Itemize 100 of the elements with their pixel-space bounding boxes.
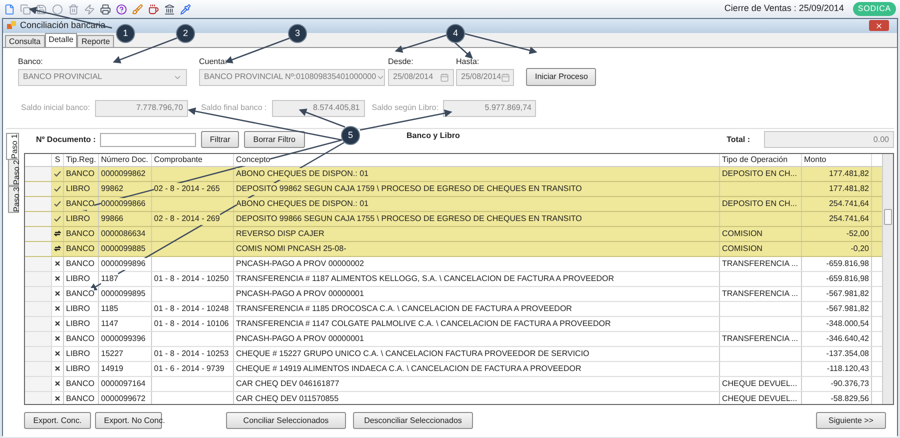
table-cell: TRANSFERENCIA ... xyxy=(720,256,802,270)
table-cell: ABONO CHEQUES DE DISPON.: 01 xyxy=(234,166,720,180)
table-row[interactable]: LIBRO 15227 01 - 8 - 2014 - 10253 CHEQUE # 15227 GRUPO UNICO C.A. \ CANCELACION FACTURA PROVEEDOR DE SERVICIO -137.354,08 xyxy=(25,346,882,362)
table-row[interactable]: LIBRO 1187 01 - 8 - 2014 - 10250 TRANSFERENCIA # 1187 ALIMENTOS KELLOGG, S.A. \ CANCELACION DE FACTURA A PROVEEDOR -659.816,98 xyxy=(25,272,882,286)
account-dropdown[interactable]: BANCO PROVINCIAL Nº:010809835401000000 xyxy=(199,68,385,86)
table-cell: -0,20 xyxy=(802,242,872,256)
field-label: Hasta: xyxy=(456,56,480,68)
table-cell: 01 - 8 - 2014 - 10253 xyxy=(152,346,234,360)
table-cell: 1185 xyxy=(99,302,152,316)
next-button[interactable]: Siguiente >> xyxy=(816,412,886,429)
table-cell: TRANSFERENCIA # 1147 COLGATE PALMOLIVE C.A. \ CANCELACION DE FACTURA A PROVEEDOR xyxy=(234,316,720,330)
trash-icon[interactable] xyxy=(68,4,79,14)
cup-icon[interactable] xyxy=(148,4,159,14)
lightning-icon[interactable] xyxy=(84,4,95,14)
date-picker[interactable]: 25/08/2014 xyxy=(388,68,454,86)
balance-field[interactable]: 5.977.869,74 xyxy=(443,100,536,116)
cross-icon xyxy=(55,351,60,356)
clear-filter-button[interactable]: Borrar Filtro xyxy=(244,131,304,148)
help-icon[interactable] xyxy=(116,4,127,14)
new-file-icon[interactable] xyxy=(4,4,15,14)
check-icon xyxy=(54,200,61,206)
table-cell: 0000099885 xyxy=(99,242,152,256)
bank-icon[interactable] xyxy=(164,4,175,14)
table-cell: 01 - 8 - 2014 - 10250 xyxy=(152,272,234,286)
table-cell: CHEQUE # 15227 GRUPO UNICO C.A. \ CANCELACION FACTURA PROVEEDOR DE SERVICIO xyxy=(234,346,720,360)
table-cell: PNCASH-PAGO A PROV 00000001 xyxy=(234,332,720,346)
document-input[interactable] xyxy=(100,132,196,146)
field-label: Saldo según Libro: xyxy=(372,102,438,114)
table-row[interactable]: LIBRO 14919 01 - 6 - 2014 - 9739 CHEQUE # 14919 ALIMENTOS INDAECA C.A. \ CANCELACION DE FACTURA A PROVEEDOR -118.120,43 xyxy=(25,362,882,376)
unreconcile-button[interactable]: Desconciliar Seleccionados xyxy=(353,412,473,429)
export-button[interactable]: Export. No Conc. xyxy=(95,412,162,429)
table-row[interactable]: BANCO 0000099672 CAR CHEQ DEV 011570855 CHEQUE DEVUEL... -58.829,56 xyxy=(25,392,882,404)
table-cell: REVERSO DISP CAJER xyxy=(234,226,720,240)
table-cell: 0000099862 xyxy=(99,166,152,180)
close-button[interactable] xyxy=(869,20,889,32)
column-header[interactable]: S xyxy=(52,154,64,166)
table-row[interactable]: BANCO 0000097164 CAR CHEQ DEV 046161877 CHEQUE DEVUEL... -90.376,73 xyxy=(25,376,882,392)
column-header[interactable]: Concepto xyxy=(234,154,720,166)
print-icon[interactable] xyxy=(100,4,111,14)
field-label: Saldo inicial banco: xyxy=(21,102,90,114)
table-row[interactable]: BANCO 0000086634 REVERSO DISP CAJER COMISION -52,00 xyxy=(25,226,882,242)
table-row[interactable]: BANCO 0000099396 PNCASH-PAGO A PROV 00000001 TRANSFERENCIA ... -346.640,42 xyxy=(25,332,882,346)
bank-dropdown[interactable]: BANCO PROVINCIAL xyxy=(18,68,187,86)
swap-icon xyxy=(54,245,61,252)
table-cell: 177.481,82 xyxy=(802,166,872,180)
reconcile-button[interactable]: Conciliar Seleccionados xyxy=(226,412,346,429)
column-header[interactable]: Monto xyxy=(802,154,872,166)
step-tab[interactable]: Paso 2 xyxy=(8,159,19,186)
table-row[interactable]: BANCO 0000099895 PNCASH-PAGO A PROV 00000001 TRANSFERENCIA ... -567.981,82 xyxy=(25,286,882,302)
start-process-button[interactable]: Iniciar Proceso xyxy=(526,68,596,86)
table-row[interactable]: LIBRO 99862 02 - 8 - 2014 - 265 DEPOSITO 99862 SEGUN CAJA 1759 \ PROCESO DE EGRESO DE CHEQUES EN TRANSITO 177.481,82 xyxy=(25,182,882,196)
table-cell: LIBRO xyxy=(64,346,99,360)
copy-icon[interactable] xyxy=(20,4,31,14)
cross-icon xyxy=(55,366,60,371)
table-cell: DEPOSITO EN CH... xyxy=(720,166,802,180)
date-picker[interactable]: 25/08/2014 xyxy=(456,68,514,86)
step-tab[interactable]: Paso 1 xyxy=(6,132,19,160)
table-row[interactable]: BANCO 0000099885 COMIS NOMI PNCASH 25-08- COMISION -0,20 xyxy=(25,242,882,256)
table-cell: BANCO xyxy=(64,392,99,404)
export-button[interactable]: Export. Conc. xyxy=(24,412,91,429)
table-cell: CHEQUE # 14919 ALIMENTOS INDAECA C.A. \ CANCELACION DE FACTURA A PROVEEDOR xyxy=(234,362,720,376)
closing-date: Cierre de Ventas : 25/09/2014 xyxy=(724,2,844,16)
table-row[interactable]: BANCO 0000099866 ABONO CHEQUES DE DISPON.: 01 DEPOSITO EN CH... 254.741,64 xyxy=(25,196,882,212)
table-cell: 01 - 8 - 2014 - 10248 xyxy=(152,302,234,316)
brush-icon[interactable] xyxy=(132,4,143,14)
table-cell: COMIS NOMI PNCASH 25-08- xyxy=(234,242,720,256)
callout-arrow xyxy=(112,37,178,64)
column-header[interactable]: Tip.Reg. xyxy=(64,154,99,166)
field-label: Banco: xyxy=(18,56,44,68)
total-field[interactable]: 0.00 xyxy=(764,131,894,148)
pipette-icon[interactable] xyxy=(180,4,191,14)
table-cell: 1187 xyxy=(99,272,152,286)
table-cell: LIBRO xyxy=(64,362,99,376)
tab[interactable]: Consulta xyxy=(5,34,45,46)
table-cell: 01 - 6 - 2014 - 9739 xyxy=(152,362,234,376)
calendar-icon xyxy=(440,72,449,82)
table-row[interactable]: LIBRO 99866 02 - 8 - 2014 - 269 DEPOSITO 99866 SEGUN CAJA 1755 \ PROCESO DE EGRESO DE CHEQUES EN TRANSITO 254.741,64 xyxy=(25,212,882,226)
circle-icon[interactable] xyxy=(52,4,63,14)
tab[interactable]: Detalle xyxy=(44,32,78,46)
table-cell: 0000097164 xyxy=(99,376,152,390)
save-icon[interactable] xyxy=(36,4,47,14)
table-row[interactable]: BANCO 0000099862 ABONO CHEQUES DE DISPON.: 01 DEPOSITO EN CH... 177.481,82 xyxy=(25,166,882,182)
tab[interactable]: Reporte xyxy=(77,34,114,46)
table-row[interactable]: LIBRO 1185 01 - 8 - 2014 - 10248 TRANSFERENCIA # 1185 DROCOSCA C.A. \ CANCELACION DE FACTURA A PROVEEDOR -567.981,82 xyxy=(25,302,882,316)
filter-button[interactable]: Filtrar xyxy=(200,131,240,148)
scrollbar[interactable] xyxy=(882,154,893,404)
cross-icon xyxy=(55,276,60,281)
table-row[interactable]: BANCO 0000099896 PNCASH-PAGO A PROV 00000002 TRANSFERENCIA ... -659.816,98 xyxy=(25,256,882,272)
table-row[interactable]: LIBRO 1147 01 - 8 - 2014 - 10106 TRANSFERENCIA # 1147 COLGATE PALMOLIVE C.A. \ CANCELACION DE FACTURA A PROVEEDOR -348.000,54 xyxy=(25,316,882,332)
table-cell: 0000099396 xyxy=(99,332,152,346)
balance-field[interactable]: 7.778.796,70 xyxy=(94,100,188,116)
table-cell: -52,00 xyxy=(802,226,872,240)
table-cell: 1147 xyxy=(99,316,152,330)
table-cell: BANCO xyxy=(64,242,99,256)
step-tab[interactable]: Paso 3 xyxy=(8,186,19,214)
balance-field[interactable]: 8.574.405,81 xyxy=(272,100,365,116)
table-cell: TRANSFERENCIA # 1185 DROCOSCA C.A. \ CANCELACION DE FACTURA A PROVEEDOR xyxy=(234,302,720,316)
cross-icon xyxy=(55,261,60,266)
callout-arrow xyxy=(394,34,448,53)
logo: SODICA xyxy=(852,2,896,16)
